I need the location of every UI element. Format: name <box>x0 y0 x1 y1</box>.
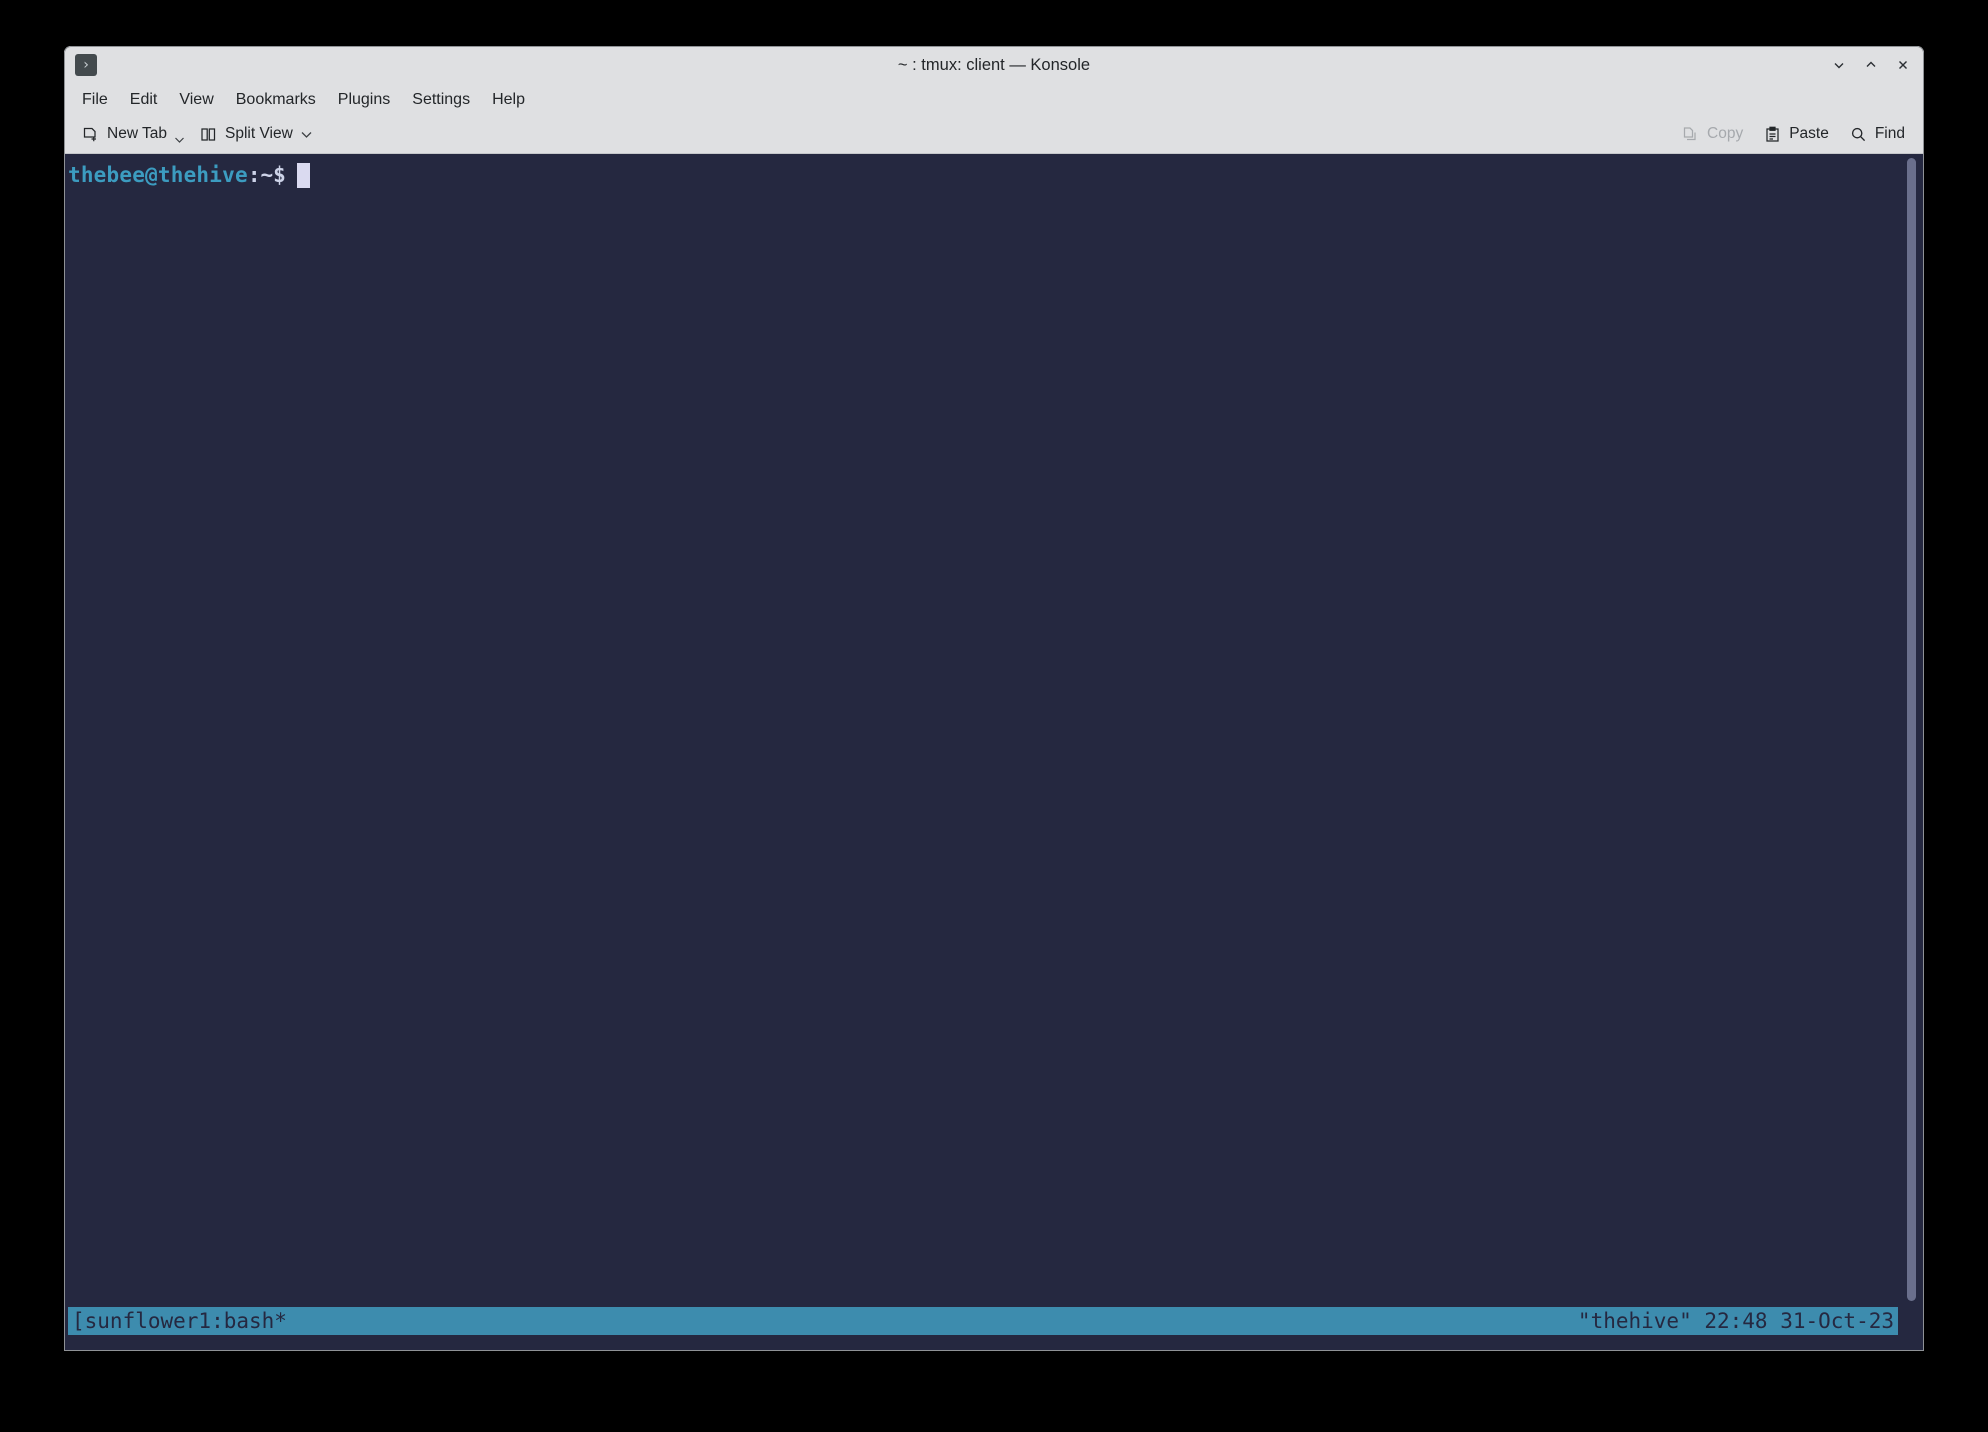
split-view-button[interactable]: Split View <box>192 121 320 148</box>
new-tab-icon <box>81 125 100 144</box>
terminal-view[interactable]: thebee@thehive:~$ [sunflower1:bash* "the… <box>64 154 1924 1351</box>
terminal-prompt-line: thebee@thehive:~$ <box>68 162 1898 188</box>
menu-item-settings[interactable]: Settings <box>401 87 481 113</box>
new-tab-label: New Tab <box>107 125 168 142</box>
new-tab-button[interactable]: New Tab <box>74 121 192 148</box>
konsole-window: › ~ : tmux: client — Konsole File Edit V… <box>64 46 1924 1351</box>
window-controls <box>1824 51 1918 79</box>
menu-item-plugins[interactable]: Plugins <box>327 87 401 113</box>
split-view-chevron-down-icon[interactable] <box>300 125 313 144</box>
paste-button[interactable]: Paste <box>1756 121 1836 148</box>
paste-label: Paste <box>1789 125 1829 142</box>
window-title: ~ : tmux: client — Konsole <box>897 55 1091 74</box>
title-bar[interactable]: › ~ : tmux: client — Konsole <box>64 46 1924 84</box>
menu-item-view[interactable]: View <box>168 87 224 113</box>
menu-item-edit[interactable]: Edit <box>119 87 169 113</box>
menu-item-bookmarks[interactable]: Bookmarks <box>225 87 327 113</box>
menu-bar: File Edit View Bookmarks Plugins Setting… <box>64 84 1924 115</box>
tmux-left-status: [sunflower1:bash* <box>72 1309 287 1333</box>
terminal-scrollbar[interactable] <box>1907 158 1916 1301</box>
new-tab-dropdown-chevron-down-icon[interactable] <box>174 125 185 144</box>
split-view-label: Split View <box>225 125 293 142</box>
copy-label: Copy <box>1707 125 1744 142</box>
minimize-button[interactable] <box>1824 51 1854 79</box>
terminal-prompt-icon: › <box>75 54 97 76</box>
copy-button[interactable]: Copy <box>1674 121 1750 148</box>
copy-icon <box>1681 125 1700 144</box>
find-button[interactable]: Find <box>1842 121 1912 148</box>
terminal-cursor <box>296 162 310 188</box>
close-button[interactable] <box>1888 51 1918 79</box>
tmux-right-status: "thehive" 22:48 31-Oct-23 <box>1577 1309 1894 1333</box>
paste-icon <box>1763 125 1782 144</box>
terminal-output: thebee@thehive:~$ <box>68 162 1898 1305</box>
scrollbar-thumb[interactable] <box>1907 158 1916 1301</box>
split-view-icon <box>199 125 218 144</box>
tmux-status-bar: [sunflower1:bash* "thehive" 22:48 31-Oct… <box>68 1307 1898 1335</box>
menu-item-help[interactable]: Help <box>481 87 536 113</box>
find-label: Find <box>1874 125 1905 142</box>
prompt-path: :~$ <box>247 163 286 187</box>
menu-item-file[interactable]: File <box>71 87 119 113</box>
maximize-button[interactable] <box>1856 51 1886 79</box>
search-icon <box>1849 125 1868 144</box>
toolbar: New Tab Split View Copy Paste Find <box>64 115 1924 154</box>
prompt-user-host: thebee@thehive <box>68 163 248 187</box>
